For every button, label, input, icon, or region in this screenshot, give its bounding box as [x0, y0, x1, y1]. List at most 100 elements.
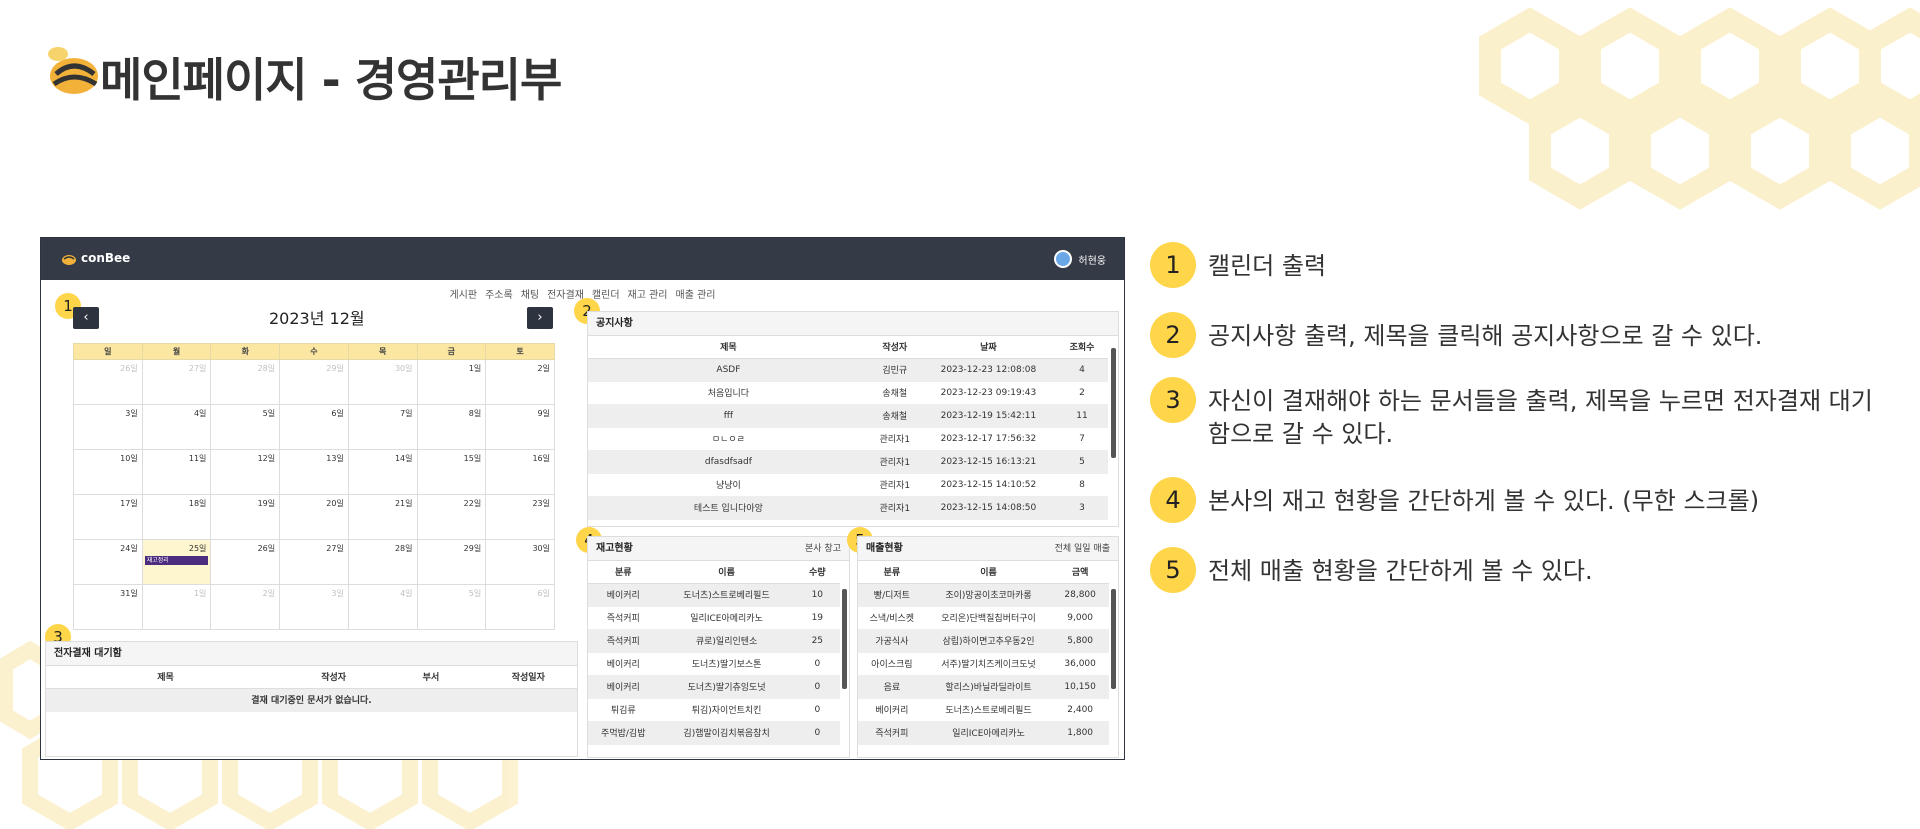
user-menu[interactable]: 허현웅 [1054, 250, 1106, 268]
calendar-day[interactable]: 1일 [141, 584, 212, 630]
table-row: 가공식사 삼립)하이면고추우동2인 5,800 [858, 629, 1109, 653]
calendar-day[interactable]: 24일 [73, 539, 143, 585]
calendar-day[interactable]: 30일 [485, 539, 555, 585]
prev-month-button[interactable]: ‹ [73, 307, 99, 329]
notice-title-link[interactable]: 처음입니다 [588, 381, 869, 405]
calendar-day[interactable]: 26일 [73, 359, 143, 405]
inventory-table: 분류 이름 수량 베이커리 도너츠)스트로베리필드 10 즉석커피 일리ICE아메리카노 1… [588, 561, 840, 745]
calendar-day[interactable]: 21일 [347, 494, 418, 540]
cell: 베이커리 [858, 698, 926, 722]
weekday-header: 금 [416, 343, 487, 360]
nav-link[interactable]: 재고 관리 [628, 290, 668, 301]
next-month-button[interactable]: › [527, 307, 553, 329]
calendar-day[interactable]: 31일 [73, 584, 143, 630]
calendar-event[interactable]: 재고정리 [144, 556, 209, 565]
calendar-day[interactable]: 29일 [279, 359, 349, 405]
calendar-day[interactable]: 15일 [416, 449, 487, 495]
calendar-day[interactable]: 13일 [279, 449, 349, 495]
table-row[interactable]: ㅁㄴㅇㄹ 관리자1 2023-12-17 17:56:32 7 [588, 427, 1108, 451]
table-row[interactable]: dfasdfsadf 관리자1 2023-12-15 16:13:21 5 [588, 450, 1108, 474]
calendar-day[interactable]: 9일 [485, 404, 555, 450]
calendar-day[interactable]: 27일 [279, 539, 349, 585]
cell: 2023-12-15 14:10:52 [920, 473, 1056, 497]
scrollbar[interactable] [1111, 589, 1116, 689]
column-header: 제목 [588, 336, 869, 359]
calendar-day[interactable]: 6일 [485, 584, 555, 630]
cell: 김민규 [868, 358, 921, 382]
avatar [1054, 250, 1073, 268]
calendar-day[interactable]: 2일 [485, 359, 555, 405]
weekday-header: 수 [279, 343, 349, 360]
calendar-day[interactable]: 2일 [210, 584, 281, 630]
calendar-day[interactable]: 5일 [416, 584, 487, 630]
calendar-day[interactable]: 23일 [485, 494, 555, 540]
scrollbar[interactable] [842, 589, 847, 689]
table-row: 베이커리 도너츠)스트로베리필드 2,400 [858, 698, 1109, 722]
calendar-day[interactable]: 4일 [141, 404, 212, 450]
calendar-day[interactable]: 12일 [210, 449, 281, 495]
cell: 도너츠)딸기보스톤 [658, 652, 795, 676]
cell: 19 [794, 606, 840, 630]
calendar-day[interactable]: 14일 [347, 449, 418, 495]
nav-link[interactable]: 게시판 [449, 290, 477, 301]
column-header: 부서 [382, 666, 480, 689]
calendar-day[interactable]: 29일 [416, 539, 487, 585]
calendar-day[interactable]: 30일 [347, 359, 418, 405]
notice-title-link[interactable]: fff [588, 404, 869, 428]
calendar-day[interactable]: 6일 [279, 404, 349, 450]
table-row: 음료 할리스)바닐라딜라이트 10,150 [858, 675, 1109, 699]
cell: 2023-12-15 14:08:50 [920, 496, 1056, 520]
nav-link[interactable]: 주소록 [485, 290, 513, 301]
table-row[interactable]: 테스트 입니다아앙 관리자1 2023-12-15 14:08:50 3 [588, 496, 1108, 520]
calendar-day[interactable]: 1일 [416, 359, 487, 405]
weekday-header: 월 [141, 343, 212, 360]
table-row: 즉석커피 일리ICE아메리카노 19 [588, 606, 840, 630]
table-row: 즉석커피 일리ICE아메리카노 1,800 [858, 721, 1109, 745]
calendar-day[interactable]: 28일 [210, 359, 281, 405]
calendar-day-today[interactable]: 25일 재고정리 [141, 539, 212, 585]
calendar-day[interactable]: 18일 [141, 494, 212, 540]
calendar-day[interactable]: 20일 [279, 494, 349, 540]
step-number: 3 [1150, 377, 1196, 423]
calendar-day[interactable]: 4일 [347, 584, 418, 630]
table-row[interactable]: 처음입니다 송채철 2023-12-23 09:19:43 2 [588, 381, 1108, 405]
nav-link[interactable]: 채팅 [521, 290, 539, 301]
notice-title-link[interactable]: 냥냥이 [588, 473, 869, 497]
notice-title-link[interactable]: ASDF [588, 358, 869, 382]
calendar-day[interactable]: 26일 [210, 539, 281, 585]
inventory-title: 재고현황 [596, 543, 633, 554]
calendar-day[interactable]: 28일 [347, 539, 418, 585]
cell: 관리자1 [868, 450, 921, 474]
cell: 베이커리 [588, 652, 659, 676]
calendar-day[interactable]: 3일 [279, 584, 349, 630]
calendar-day[interactable]: 8일 [416, 404, 487, 450]
cell: 2023-12-17 17:56:32 [920, 427, 1056, 451]
calendar-day[interactable]: 11일 [141, 449, 212, 495]
calendar-day[interactable]: 27일 [141, 359, 212, 405]
nav-link[interactable]: 캘린더 [592, 290, 620, 301]
calendar-day[interactable]: 10일 [73, 449, 143, 495]
scrollbar[interactable] [1111, 348, 1116, 458]
cell: 5,800 [1051, 629, 1109, 653]
notice-title-link[interactable]: ㅁㄴㅇㄹ [588, 427, 869, 451]
calendar-day[interactable]: 16일 [485, 449, 555, 495]
calendar-day[interactable]: 19일 [210, 494, 281, 540]
nav-link[interactable]: 전자결재 [547, 290, 584, 301]
notice-title-link[interactable]: dfasdfsadf [588, 450, 869, 474]
approval-title: 전자결재 대기함 [46, 642, 577, 666]
table-row[interactable]: 냥냥이 관리자1 2023-12-15 14:10:52 8 [588, 473, 1108, 497]
calendar-day[interactable]: 22일 [416, 494, 487, 540]
step-text: 자신이 결재해야 하는 문서들을 출력, 제목을 누르면 전자결재 대기함으로 … [1208, 387, 1873, 448]
calendar-day[interactable]: 7일 [347, 404, 418, 450]
brand[interactable]: conBee [61, 250, 130, 266]
table-row[interactable]: ASDF 김민규 2023-12-23 12:08:08 4 [588, 358, 1108, 382]
brand-name: conBee [81, 251, 131, 265]
step-text: 공지사항 출력, 제목을 클릭해 공지사항으로 갈 수 있다. [1208, 322, 1763, 350]
cell: 관리자1 [868, 427, 921, 451]
notice-title-link[interactable]: 테스트 입니다아앙 [588, 496, 869, 520]
table-row[interactable]: fff 송채철 2023-12-19 15:42:11 11 [588, 404, 1108, 428]
calendar-day[interactable]: 3일 [73, 404, 143, 450]
nav-link[interactable]: 매출 관리 [676, 290, 716, 301]
calendar-day[interactable]: 17일 [73, 494, 143, 540]
calendar-day[interactable]: 5일 [210, 404, 281, 450]
